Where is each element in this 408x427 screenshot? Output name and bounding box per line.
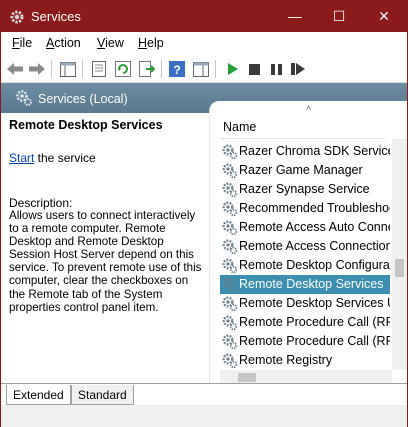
menu-file-accel: F xyxy=(12,36,20,50)
service-row[interactable]: Remote Registry xyxy=(220,351,390,370)
service-row[interactable]: Remote Desktop Services Us... xyxy=(220,294,390,313)
service-row[interactable]: Razer Chroma SDK Service xyxy=(220,142,390,161)
services-gear-icon xyxy=(16,90,32,106)
start-line: Start the service xyxy=(9,151,96,165)
service-row-name: Razer Chroma SDK Service xyxy=(239,144,390,158)
detail-service-name: Remote Desktop Services xyxy=(9,118,163,132)
show-hide-pane-icon[interactable] xyxy=(191,59,211,79)
vertical-scroll-thumb[interactable] xyxy=(395,259,404,277)
services-window: Services — ☐ ✕ File Action View Help ? S… xyxy=(0,0,408,427)
service-row[interactable]: Remote Access Auto Connect xyxy=(220,218,390,237)
svg-text:?: ? xyxy=(173,63,180,77)
start-service-icon[interactable] xyxy=(222,59,242,79)
status-bar xyxy=(1,405,407,427)
service-gear-icon xyxy=(222,258,238,274)
menu-file-label: ile xyxy=(19,36,33,50)
tab-extended[interactable]: Extended xyxy=(6,385,71,405)
service-row-name: Remote Desktop Services Us... xyxy=(239,296,390,310)
column-header-label: Name xyxy=(223,120,257,134)
toolbar-separator xyxy=(215,60,216,78)
tab-standard[interactable]: Standard xyxy=(71,385,134,405)
service-row-name: Remote Desktop Services xyxy=(239,277,384,291)
maximize-button[interactable]: ☐ xyxy=(316,1,362,32)
restart-service-icon[interactable] xyxy=(288,59,308,79)
services-gear-icon xyxy=(10,10,24,24)
menu-bar: File Action View Help xyxy=(1,32,407,54)
service-gear-icon xyxy=(222,144,238,160)
toolbar: ? xyxy=(1,54,407,83)
console-tree-icon[interactable] xyxy=(58,59,78,79)
service-row[interactable]: Remote Access Connection Ma xyxy=(220,237,390,256)
service-row[interactable]: Remote Desktop Configuratio xyxy=(220,256,390,275)
menu-view-label: iew xyxy=(105,36,124,50)
services-list-pane: ˄ Name Razer Chroma SDK Service Razer Gam… xyxy=(209,101,407,385)
menu-file[interactable]: File xyxy=(12,36,32,50)
service-row[interactable]: Remote Procedure Call (RPC) xyxy=(220,313,390,332)
service-row-name: Remote Access Auto Connect xyxy=(239,220,390,234)
service-row-name: Razer Game Manager xyxy=(239,163,363,177)
menu-view[interactable]: View xyxy=(97,36,124,50)
start-suffix: the service xyxy=(34,151,96,165)
header-divider xyxy=(220,138,385,139)
service-row-name: Remote Desktop Configuratio xyxy=(239,258,390,272)
menu-view-accel: V xyxy=(97,36,106,50)
description-label: Description: xyxy=(9,196,73,210)
pause-service-icon[interactable] xyxy=(266,59,286,79)
service-row-name: Remote Access Connection Ma xyxy=(239,239,390,253)
extended-detail-pane: Remote Desktop Services Start the servic… xyxy=(1,113,209,383)
properties-icon[interactable] xyxy=(89,59,109,79)
service-row-name: Recommended Troubleshooti xyxy=(239,201,390,215)
horizontal-scroll-thumb[interactable] xyxy=(238,373,256,382)
service-gear-icon xyxy=(222,296,238,312)
export-list-icon[interactable] xyxy=(137,59,157,79)
service-gear-icon xyxy=(222,182,238,198)
toolbar-separator xyxy=(161,60,162,78)
service-gear-icon xyxy=(222,220,238,236)
forward-arrow-icon[interactable] xyxy=(27,59,47,79)
sort-ascending-icon: ˄ xyxy=(306,103,312,113)
refresh-icon[interactable] xyxy=(113,59,133,79)
service-row[interactable]: Recommended Troubleshooti xyxy=(220,199,390,218)
service-row-name: Remote Registry xyxy=(239,353,333,367)
start-service-link[interactable]: Start xyxy=(9,151,34,165)
description-text: Allows users to connect interactively to… xyxy=(9,209,202,314)
service-row[interactable]: Razer Game Manager xyxy=(220,161,390,180)
toolbar-separator xyxy=(51,60,52,78)
help-icon[interactable]: ? xyxy=(167,59,187,79)
service-row-name: Razer Synapse Service xyxy=(239,182,370,196)
service-gear-icon xyxy=(222,315,238,331)
column-header-name[interactable]: Name xyxy=(220,116,395,138)
menu-help-accel: H xyxy=(138,36,148,50)
service-gear-icon xyxy=(222,353,238,369)
vertical-scrollbar[interactable] xyxy=(392,139,407,370)
toolbar-separator xyxy=(82,60,83,78)
stop-service-icon[interactable] xyxy=(244,59,264,79)
service-gear-icon xyxy=(222,239,238,255)
service-gear-icon xyxy=(222,334,238,350)
service-row-name: Remote Procedure Call (RPC) xyxy=(239,334,390,348)
menu-help[interactable]: Help xyxy=(138,36,164,50)
service-row[interactable]: Razer Synapse Service xyxy=(220,180,390,199)
title-bar[interactable]: Services — ☐ ✕ xyxy=(1,1,407,32)
service-row[interactable]: Remote Procedure Call (RPC) xyxy=(220,332,390,351)
service-gear-icon xyxy=(222,163,238,179)
content-area: Services (Local) Remote Desktop Services… xyxy=(1,83,407,385)
services-list: Razer Chroma SDK Service Razer Game Manag… xyxy=(220,142,390,370)
menu-help-label: elp xyxy=(147,36,164,50)
view-tabs: Extended Standard xyxy=(1,383,407,405)
service-row-name: Remote Procedure Call (RPC) xyxy=(239,315,390,329)
close-button[interactable]: ✕ xyxy=(361,1,407,32)
window-title: Services xyxy=(31,9,81,24)
service-gear-icon xyxy=(222,201,238,217)
back-arrow-icon[interactable] xyxy=(5,59,25,79)
service-gear-icon xyxy=(222,277,238,293)
minimize-button[interactable]: — xyxy=(272,1,318,32)
service-row[interactable]: Remote Desktop Services xyxy=(220,275,390,294)
menu-action-label: ction xyxy=(54,36,81,50)
menu-action[interactable]: Action xyxy=(46,36,81,50)
scope-label: Services (Local) xyxy=(38,92,128,106)
